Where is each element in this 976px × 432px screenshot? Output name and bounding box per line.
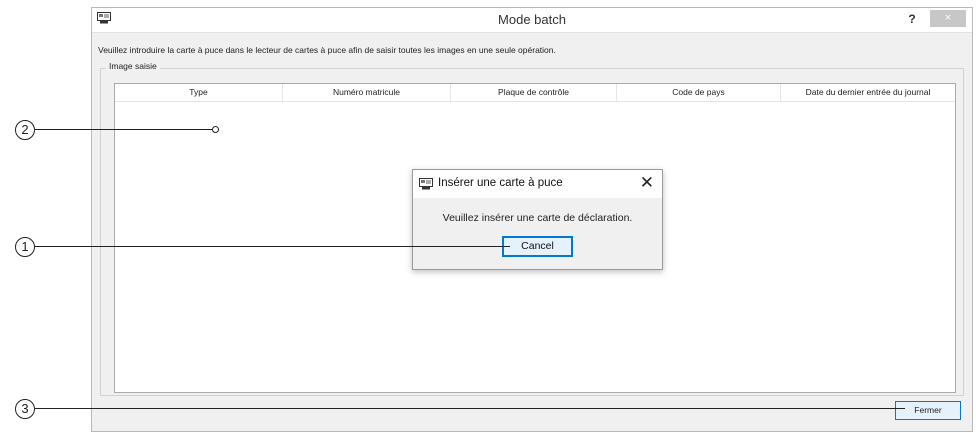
- list-header: Type Numéro matricule Plaque de contrôle…: [115, 84, 955, 102]
- callout-1-line: [35, 246, 510, 248]
- column-header-code-pays[interactable]: Code de pays: [617, 84, 781, 101]
- instruction-text: Veuillez introduire la carte à puce dans…: [98, 45, 556, 55]
- column-header-plaque[interactable]: Plaque de contrôle: [451, 84, 617, 101]
- dialog-title: Insérer une carte à puce: [438, 177, 563, 189]
- dialog-close-button[interactable]: ✕: [640, 173, 654, 193]
- smart-card-reader-icon: [419, 178, 433, 190]
- callout-3-line: [35, 408, 905, 410]
- column-header-type[interactable]: Type: [115, 84, 283, 101]
- insert-card-dialog: Insérer une carte à puce ✕ Veuillez insé…: [412, 169, 663, 270]
- dialog-titlebar: Insérer une carte à puce ✕: [413, 170, 662, 198]
- callout-2: 2: [15, 120, 35, 140]
- column-header-matricule[interactable]: Numéro matricule: [283, 84, 451, 101]
- column-header-date[interactable]: Date du dernier entrée du journal: [781, 84, 955, 101]
- callout-2-line: [35, 129, 212, 131]
- callout-1: 1: [15, 237, 35, 257]
- dialog-message: Veuillez insérer une carte de déclaratio…: [442, 212, 633, 224]
- help-button[interactable]: ?: [902, 10, 922, 28]
- window-title: Mode batch: [498, 12, 566, 27]
- cancel-button[interactable]: Cancel: [502, 236, 573, 257]
- window-titlebar: Mode batch ? ×: [92, 8, 972, 33]
- window-close-button[interactable]: ×: [930, 10, 966, 27]
- group-legend: Image saisie: [106, 61, 160, 71]
- callout-3: 3: [15, 399, 35, 419]
- fermer-button[interactable]: Fermer: [895, 401, 961, 420]
- callout-2-dot: [212, 126, 219, 133]
